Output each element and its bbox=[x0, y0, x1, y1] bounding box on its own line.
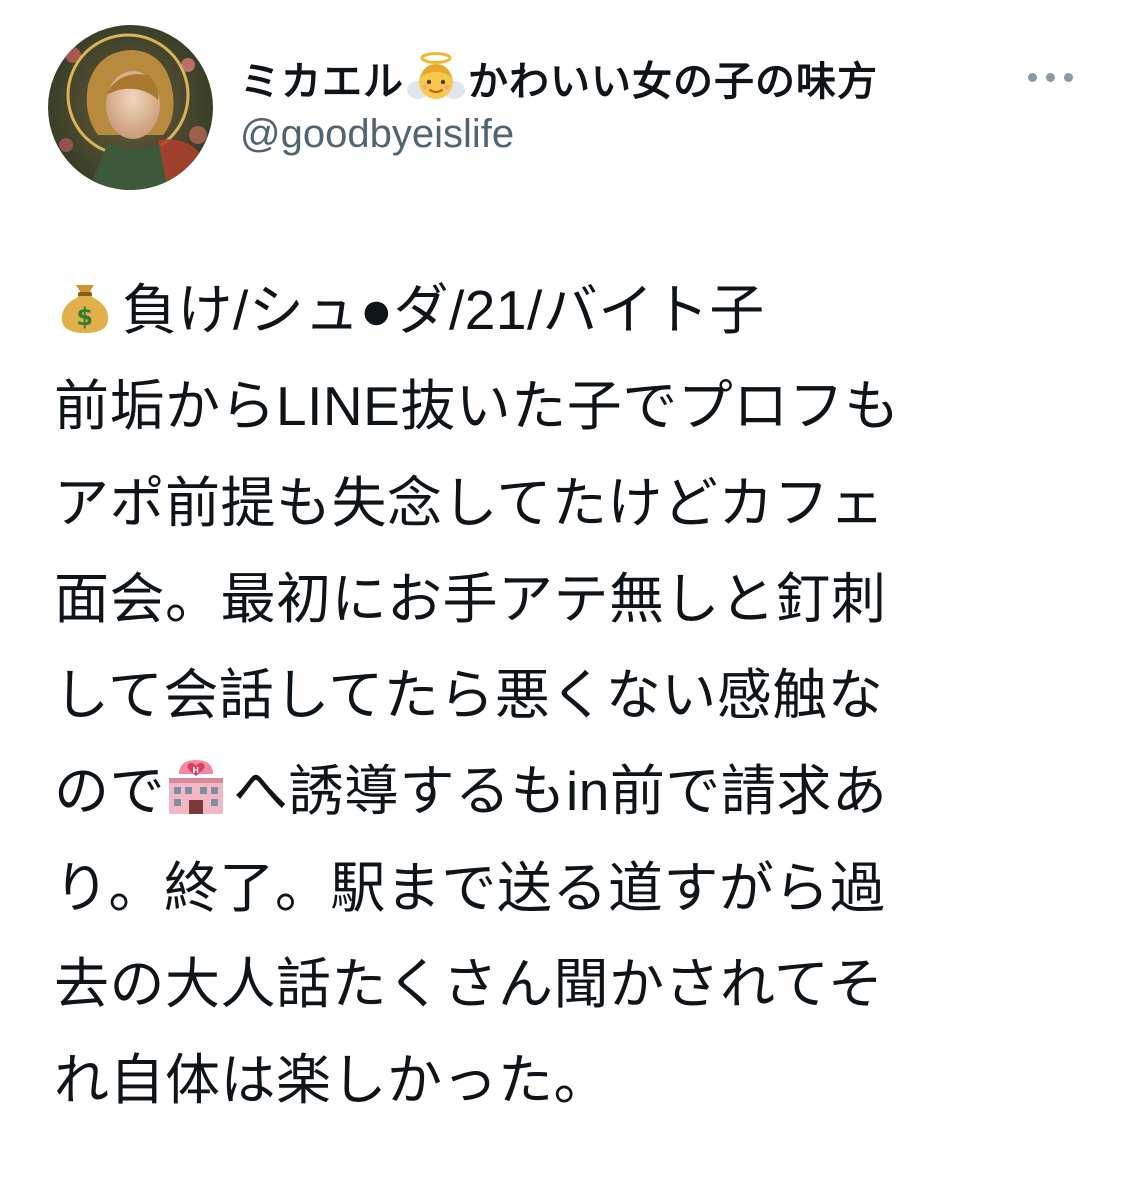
tweet-line-text: へ誘導するもin前で請求あ bbox=[233, 760, 888, 823]
tweet-line-9: れ自体は楽しかった。 bbox=[54, 1049, 610, 1112]
tweet-line-text: ので bbox=[54, 760, 166, 823]
angel-portrait-image bbox=[48, 25, 213, 190]
more-horizontal-icon-dot bbox=[1063, 72, 1073, 82]
more-horizontal-icon bbox=[1027, 72, 1037, 82]
tweet-line-2: 前垢からLINE抜いた子でプロフも bbox=[54, 375, 900, 438]
tweet-line-5: して会話してたら悪くない感触な bbox=[54, 664, 884, 727]
tweet-line-7: り。終了。駅まで送る道すがら過 bbox=[54, 856, 886, 919]
tweet-line-1: $ 負け/シュ●ダ/21/バイト子 bbox=[54, 262, 1074, 358]
author-name-row: ミカエル かわいい女の子の味方 bbox=[240, 50, 878, 106]
tweet-line-text: 負け/シュ●ダ/21/バイト子 bbox=[122, 279, 765, 341]
money-bag-icon: $ bbox=[54, 270, 116, 333]
avatar[interactable] bbox=[48, 25, 213, 190]
display-name-suffix[interactable]: かわいい女の子の味方 bbox=[468, 49, 878, 107]
tweet-text: $ 負け/シュ●ダ/21/バイト子 前垢からLINE抜いた子でプロフも アポ前提… bbox=[54, 262, 1074, 1129]
angel-icon bbox=[406, 50, 466, 106]
more-horizontal-icon-dot bbox=[1045, 72, 1055, 82]
display-name[interactable]: ミカエル bbox=[240, 49, 404, 107]
svg-text:H: H bbox=[192, 766, 199, 775]
tweet-line-8: 去の大人話たくさん聞かされてそ bbox=[54, 953, 884, 1016]
author-handle[interactable]: @goodbyeislife bbox=[240, 112, 514, 157]
tweet-line-3: アポ前提も失念してたけどカフェ bbox=[54, 471, 885, 534]
tweet-line-4: 面会。最初にお手アテ無しと釘刺 bbox=[54, 567, 887, 630]
love-hotel-icon: H bbox=[165, 751, 227, 815]
svg-text:$: $ bbox=[76, 303, 93, 331]
more-options-button[interactable] bbox=[1020, 62, 1080, 92]
tweet: ミカエル かわいい女の子の味方 @goodbyeislife $ 負け/シュ●ダ… bbox=[0, 0, 1125, 1195]
tweet-line-6: ので H へ誘導するもin前で請求あ bbox=[54, 743, 1074, 839]
